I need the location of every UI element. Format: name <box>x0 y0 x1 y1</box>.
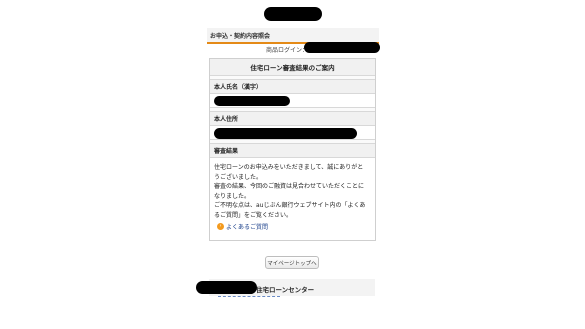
mypage-top-button[interactable]: マイページトップへ <box>265 256 319 269</box>
name-label: 本人氏名（漢字） <box>210 80 375 94</box>
redacted-address <box>214 128 357 139</box>
faq-link-label: よくあるご質問 <box>226 224 269 231</box>
name-value <box>210 94 375 108</box>
redacted-login-id <box>304 42 380 53</box>
redacted-bank-name <box>196 281 257 294</box>
result-line: 住宅ローンのお申込みをいただきまして、誠にありがと <box>214 164 364 171</box>
result-line: ご不明な点は、auじぶん銀行ウェブサイト内の「よくあ <box>214 202 366 209</box>
breadcrumb: お申込・契約内容照会 <box>210 33 271 40</box>
footer-title: 住宅ローンセンター <box>256 286 315 294</box>
footer-link[interactable] <box>218 296 280 297</box>
redacted-logo <box>264 7 322 21</box>
result-line: るご質問」をご覧ください。 <box>214 211 293 219</box>
result-line: なりました。 <box>214 192 251 200</box>
redacted-name <box>214 96 290 106</box>
address-label: 本人住所 <box>210 112 375 126</box>
result-message: 住宅ローンのお申込みをいただきまして、誠にありがと うございました。 審査の結果… <box>210 158 375 220</box>
result-label: 審査結果 <box>210 144 375 158</box>
result-line: うございました。 <box>214 173 263 181</box>
page-title: 住宅ローン審査結果のご案内 <box>210 59 375 76</box>
arrow-circle-icon: › <box>217 223 224 230</box>
address-value <box>210 126 375 140</box>
faq-link[interactable]: › よくあるご質問 <box>217 222 268 231</box>
result-line: 審査の結果、今回のご融資は見合わせていただくことに <box>214 183 365 190</box>
login-label: 商品ログイン： <box>266 47 309 54</box>
result-panel: 住宅ローン審査結果のご案内 本人氏名（漢字） 本人住所 審査結果 住宅ローンのお… <box>209 58 376 241</box>
